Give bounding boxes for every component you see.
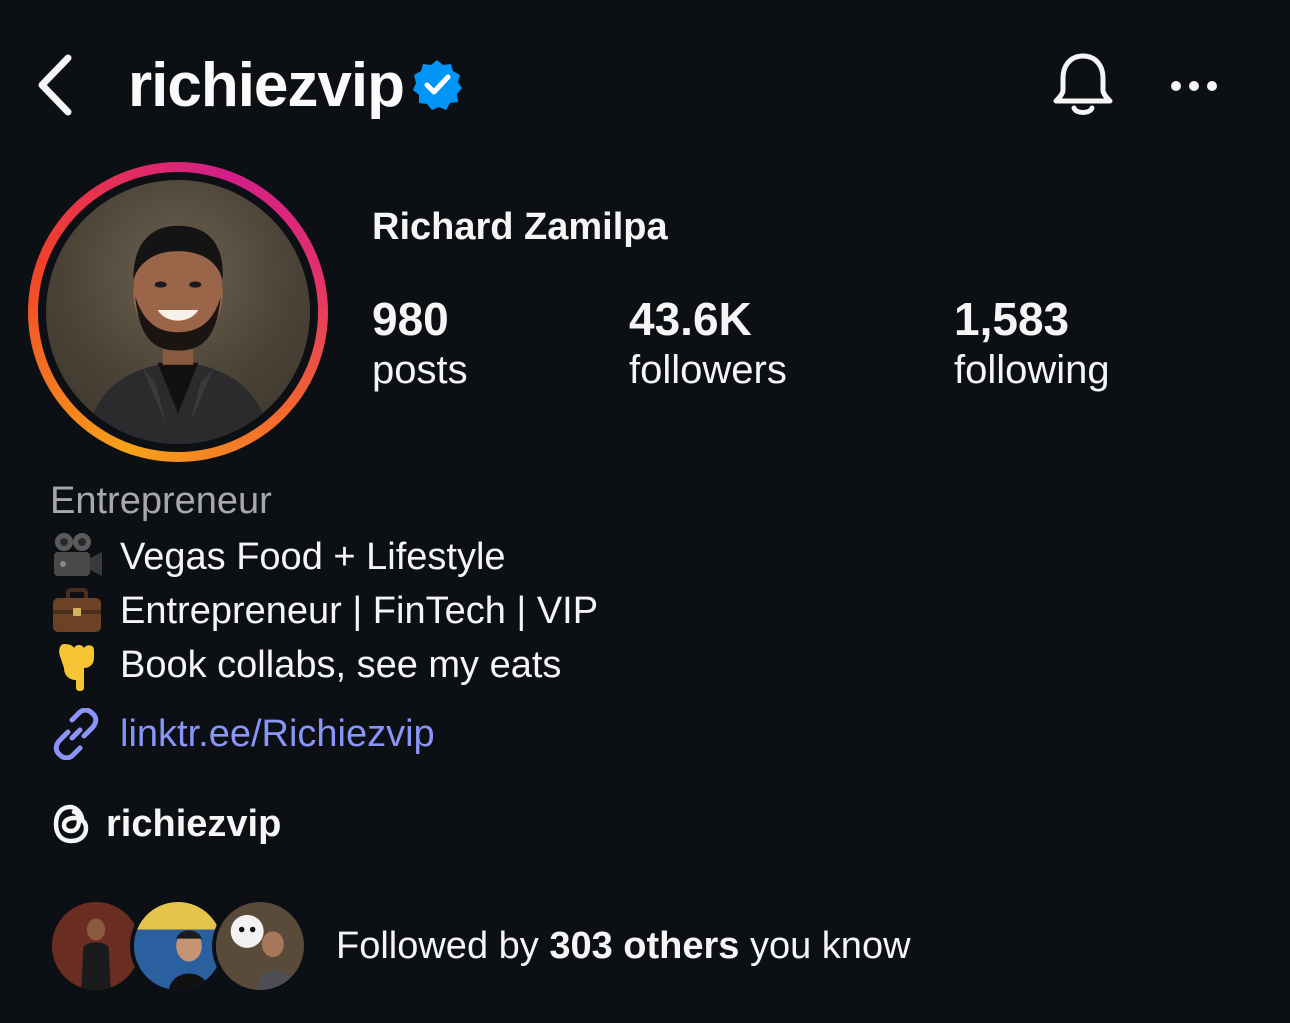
more-options-icon[interactable] xyxy=(1166,66,1222,106)
profile-category: Entrepreneur xyxy=(50,480,272,522)
profile-page: richiezvip Richard Zamilpa 980 posts 43.… xyxy=(0,0,1290,1023)
stat-posts-value: 980 xyxy=(372,293,449,345)
stat-following[interactable]: 1,583 following xyxy=(954,292,1110,394)
bio-line: Book collabs, see my eats xyxy=(50,638,561,692)
bio-link-text[interactable]: linktr.ee/Richiezvip xyxy=(120,713,435,756)
stat-posts-label: posts xyxy=(372,348,468,392)
bio-line: Vegas Food + Lifestyle xyxy=(50,530,506,584)
mutual-avatar-photo-icon xyxy=(52,902,140,990)
back-button[interactable] xyxy=(34,52,84,118)
stat-followers-value: 43.6K xyxy=(629,293,752,345)
bio-link[interactable]: linktr.ee/Richiezvip xyxy=(50,708,435,760)
mutual-followers[interactable]: Followed by 303 others you know xyxy=(48,898,911,994)
followed-by-suffix: you know xyxy=(739,924,911,967)
stat-followers[interactable]: 43.6K followers xyxy=(629,292,787,394)
briefcase-icon xyxy=(53,588,101,632)
bell-icon[interactable] xyxy=(1050,50,1116,120)
followed-by-text: Followed by 303 others you know xyxy=(336,925,911,968)
bio-line-text: Book collabs, see my eats xyxy=(120,643,562,686)
verified-badge-icon xyxy=(413,60,462,110)
threads-handle: richiezvip xyxy=(106,802,282,845)
threads-badge[interactable]: richiezvip xyxy=(50,800,281,848)
bio-line-text: Vegas Food + Lifestyle xyxy=(120,535,506,578)
followed-by-count: 303 others xyxy=(549,924,740,967)
header-username: richiezvip xyxy=(128,51,405,120)
stat-posts[interactable]: 980 posts xyxy=(372,292,468,394)
avatar-portrait-icon xyxy=(86,225,270,444)
display-name: Richard Zamilpa xyxy=(372,206,668,248)
back-chevron-icon xyxy=(38,54,72,116)
followed-by-prefix: Followed by xyxy=(336,924,550,967)
mutual-avatar xyxy=(212,898,308,994)
movie-camera-icon xyxy=(54,533,102,576)
stat-followers-label: followers xyxy=(629,348,787,392)
story-ring[interactable] xyxy=(28,162,328,462)
bio-line-text: Entrepreneur | FinTech | VIP xyxy=(120,589,599,632)
mutual-avatar-photo-icon xyxy=(134,902,222,990)
stat-following-label: following xyxy=(954,348,1110,392)
stat-following-value: 1,583 xyxy=(954,293,1070,345)
profile-avatar xyxy=(46,180,310,444)
pointing-down-icon xyxy=(59,644,94,691)
link-icon xyxy=(53,708,99,760)
threads-icon xyxy=(53,804,89,844)
mutual-avatar-photo-icon xyxy=(216,902,304,990)
bio-line: Entrepreneur | FinTech | VIP xyxy=(50,584,598,638)
